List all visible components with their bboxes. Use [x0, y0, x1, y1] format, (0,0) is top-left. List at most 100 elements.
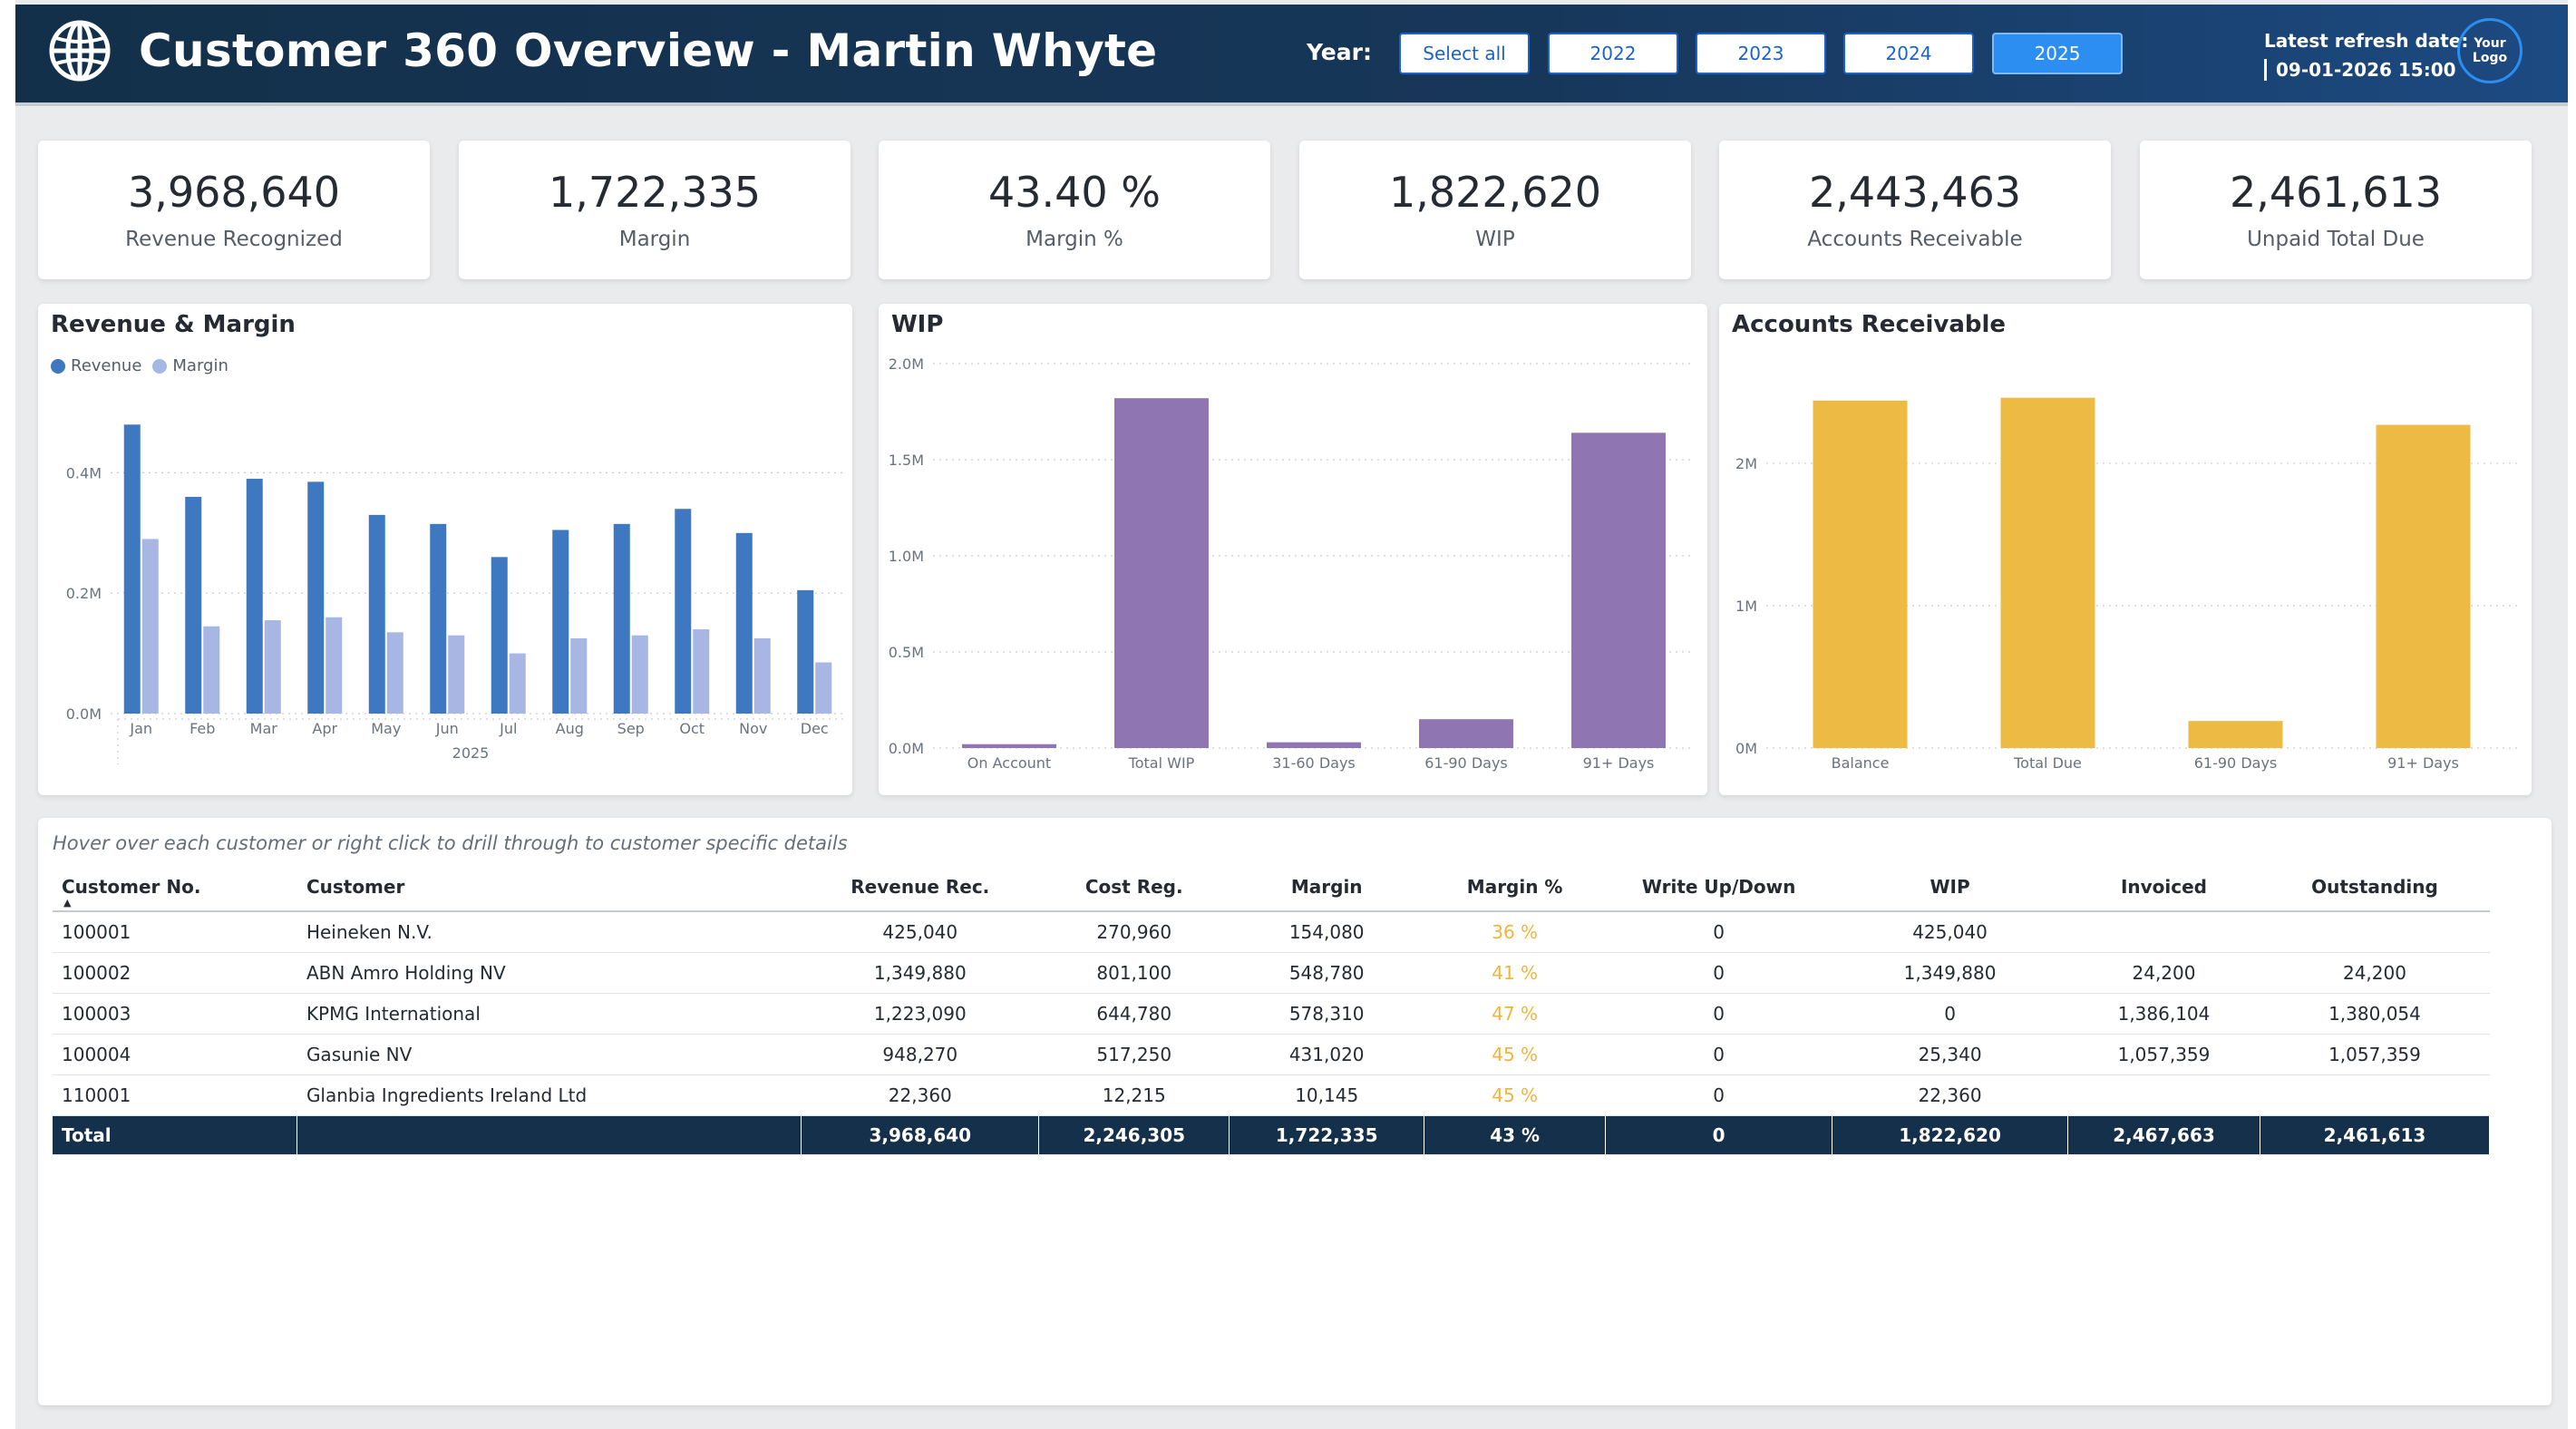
- kpi-value: 2,443,463: [1808, 168, 2022, 217]
- cell-customer-no: 100003: [53, 993, 297, 1035]
- x-tick-label: Sep: [617, 720, 645, 737]
- table-row[interactable]: 100002 ABN Amro Holding NV 1,349,880 801…: [53, 952, 2490, 994]
- year-select-all-button[interactable]: Select all: [1399, 33, 1530, 74]
- column-header-margin-pct[interactable]: Margin %: [1424, 863, 1606, 912]
- y-tick-label: 1.5M: [889, 452, 924, 469]
- total-cost-reg: 2,246,305: [1038, 1115, 1230, 1155]
- bar-revenue-nov: [735, 532, 753, 714]
- table-row[interactable]: 100001 Heineken N.V. 425,040 270,960 154…: [53, 911, 2490, 953]
- bar-revenue-dec: [797, 589, 814, 714]
- revenue-margin-chart-card: Revenue & Margin Revenue Margin 0.0M 0.2M…: [38, 304, 852, 795]
- cell-margin-pct: 45 %: [1424, 1074, 1606, 1116]
- table-row[interactable]: 100004 Gasunie NV 948,270 517,250 431,02…: [53, 1034, 2490, 1075]
- bar-revenue-jun: [430, 523, 447, 714]
- kpi-card-unpaid-total-due: 2,461,613 Unpaid Total Due: [2140, 141, 2532, 279]
- column-header-outstanding[interactable]: Outstanding: [2260, 863, 2490, 912]
- bar-margin-jul: [509, 653, 526, 714]
- cell-customer-no: 100001: [53, 911, 297, 953]
- accounts-receivable-chart-card: Accounts Receivable 0M 1M 2M Balance Total D…: [1719, 304, 2532, 795]
- column-header-margin[interactable]: Margin: [1229, 863, 1424, 912]
- column-header-cost-reg[interactable]: Cost Reg.: [1038, 863, 1230, 912]
- cell-invoiced: 1,057,359: [2067, 1034, 2260, 1075]
- column-header-revenue-rec[interactable]: Revenue Rec.: [801, 863, 1039, 912]
- year-2024-button[interactable]: 2024: [1843, 33, 1974, 74]
- kpi-card-wip: 1,822,620 WIP: [1299, 141, 1691, 279]
- bar-revenue-sep: [613, 523, 630, 714]
- revenue-margin-chart[interactable]: 0.0M 0.2M 0.4M Jan Feb Mar Apr May Jun Jul Aug Sep O…: [38, 304, 852, 795]
- column-header-invoiced[interactable]: Invoiced: [2067, 863, 2260, 912]
- accounts-receivable-chart[interactable]: 0M 1M 2M Balance Total Due 61-90 Days 91+ Days: [1719, 304, 2532, 795]
- year-2023-button[interactable]: 2023: [1696, 33, 1826, 74]
- bar-revenue-mar: [246, 479, 263, 714]
- page-title: Customer 360 Overview - Martin Whyte: [139, 24, 1158, 77]
- cell-margin-pct: 47 %: [1424, 993, 1606, 1035]
- table-hint: Hover over each customer or right click …: [53, 832, 848, 854]
- bar-total-wip: [1114, 398, 1209, 748]
- y-tick-label: 0.0M: [66, 705, 102, 723]
- cell-revenue-rec: 1,349,880: [801, 952, 1039, 994]
- total-revenue-rec: 3,968,640: [801, 1115, 1040, 1155]
- x-group-label: 2025: [452, 744, 490, 762]
- x-tick-label: 61-90 Days: [1424, 754, 1508, 772]
- wip-chart[interactable]: 0.0M 0.5M 1.0M 1.5M 2.0M On Account Total WIP 3…: [879, 304, 1707, 795]
- bar-61-90-days: [2188, 721, 2283, 748]
- column-header-customer[interactable]: Customer: [296, 863, 802, 912]
- cell-outstanding: 1,057,359: [2260, 1034, 2490, 1075]
- column-header-customer-no[interactable]: Customer No. ▲: [53, 863, 297, 912]
- x-tick-label: 31-60 Days: [1272, 754, 1356, 772]
- total-invoiced: 2,467,663: [2067, 1115, 2260, 1155]
- y-tick-label: 0M: [1735, 740, 1757, 757]
- column-header-write-up-down[interactable]: Write Up/Down: [1605, 863, 1832, 912]
- bar-on-account: [962, 744, 1056, 748]
- kpi-value: 3,968,640: [127, 168, 341, 217]
- column-header-wip[interactable]: WIP: [1832, 863, 2068, 912]
- wip-chart-card: WIP 0.0M 0.5M 1.0M 1.5M 2.0M On Account Total …: [879, 304, 1707, 795]
- header-bar: Customer 360 Overview - Martin Whyte Yea…: [15, 5, 2568, 106]
- table-total-row: Total 3,968,640 2,246,305 1,722,335 43 %…: [53, 1115, 2491, 1155]
- cell-margin: 578,310: [1229, 993, 1424, 1035]
- cell-write-up-down: 0: [1605, 911, 1832, 953]
- x-tick-label: Total WIP: [1128, 754, 1195, 772]
- cell-outstanding: [2260, 1074, 2490, 1116]
- dashboard-canvas: Customer 360 Overview - Martin Whyte Yea…: [15, 0, 2568, 1429]
- bar-revenue-apr: [307, 481, 325, 714]
- x-tick-label: 91+ Days: [2387, 754, 2459, 772]
- x-tick-label: Mar: [250, 720, 278, 737]
- cell-cost-reg: 801,100: [1038, 952, 1230, 994]
- cell-wip: 1,349,880: [1832, 952, 2068, 994]
- bar-revenue-jan: [123, 424, 141, 714]
- x-tick-label: Balance: [1832, 754, 1890, 772]
- bar-margin-mar: [264, 620, 281, 714]
- bar-revenue-aug: [552, 530, 569, 714]
- cell-wip: 0: [1832, 993, 2068, 1035]
- year-2022-button[interactable]: 2022: [1548, 33, 1678, 74]
- kpi-card-margin: 1,722,335 Margin: [459, 141, 851, 279]
- table-row[interactable]: 110001 Glanbia Ingredients Ireland Ltd 2…: [53, 1074, 2490, 1116]
- year-filter-label: Year:: [1307, 39, 1372, 65]
- x-tick-label: Apr: [312, 720, 337, 737]
- kpi-card-margin-pct: 43.40 % Margin %: [879, 141, 1270, 279]
- customer-table: Customer No. ▲ Customer Revenue Rec. Cost…: [53, 863, 2491, 1155]
- x-tick-label: May: [371, 720, 401, 737]
- x-tick-label: 91+ Days: [1583, 754, 1655, 772]
- kpi-value: 1,722,335: [548, 168, 762, 217]
- kpi-value: 43.40 %: [987, 168, 1162, 217]
- refresh-date-value: 09-01-2026 15:00: [2264, 59, 2456, 81]
- cell-write-up-down: 0: [1605, 1074, 1832, 1116]
- cell-customer-no: 100002: [53, 952, 297, 994]
- cell-wip: 425,040: [1832, 911, 2068, 953]
- cell-invoiced: 1,386,104: [2067, 993, 2260, 1035]
- cell-cost-reg: 517,250: [1038, 1034, 1230, 1075]
- cell-margin-pct: 45 %: [1424, 1034, 1606, 1075]
- cell-customer: Glanbia Ingredients Ireland Ltd: [296, 1074, 802, 1116]
- y-tick-label: 0.5M: [889, 644, 924, 661]
- cell-customer: Gasunie NV: [296, 1034, 802, 1075]
- globe-icon: [49, 20, 111, 82]
- year-2025-button[interactable]: 2025: [1992, 33, 2123, 74]
- bar-margin-nov: [753, 638, 771, 714]
- table-row[interactable]: 100003 KPMG International 1,223,090 644,…: [53, 993, 2490, 1035]
- kpi-label: Margin: [618, 228, 691, 251]
- bar-total-due: [2000, 397, 2095, 748]
- cell-cost-reg: 12,215: [1038, 1074, 1230, 1116]
- cell-customer: Heineken N.V.: [296, 911, 802, 953]
